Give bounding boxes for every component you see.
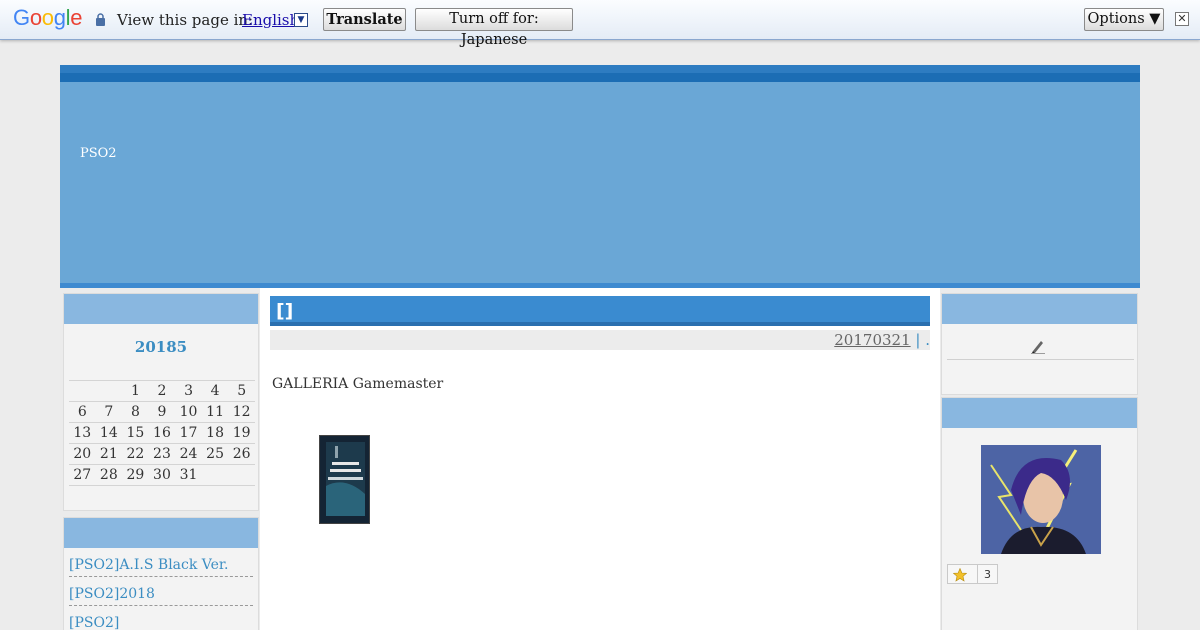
options-button[interactable]: Options ▼ bbox=[1084, 8, 1164, 31]
calendar-day: 19 bbox=[228, 422, 255, 444]
post-date-link[interactable]: 20170321 bbox=[834, 331, 910, 349]
calendar-day: 10 bbox=[175, 401, 202, 423]
calendar-day: 26 bbox=[228, 443, 255, 465]
calendar-day bbox=[201, 464, 229, 486]
avatar[interactable] bbox=[981, 445, 1101, 554]
calendar-day: 31 bbox=[175, 464, 202, 486]
blog-header: PSO2 bbox=[60, 82, 1140, 283]
calendar-day: 6 bbox=[69, 401, 96, 423]
divider bbox=[947, 359, 1134, 360]
calendar-week-row: 12345 bbox=[69, 380, 255, 402]
blog-page: PSO2 20185 1 2 3 4 5 6 7 8 9 10 11 12 13 14 15 16 17 18 19… bbox=[60, 65, 1140, 630]
calendar-day: 21 bbox=[95, 443, 123, 465]
calendar-day: 14 bbox=[95, 422, 123, 444]
calendar-day: 20 bbox=[69, 443, 96, 465]
calendar-title: 20185 bbox=[134, 338, 188, 356]
main-content: [] 20170321 | . GALLERIA Gamemaster bbox=[260, 288, 940, 630]
calendar-day: 4 bbox=[201, 380, 229, 402]
calendar-widget: 20185 1 2 3 4 5 6 7 8 9 10 11 12 13 14 15 16 17 18 19 20 21 2… bbox=[63, 293, 259, 511]
right-sidebar: 3 bbox=[940, 288, 1140, 630]
left-sidebar: 20185 1 2 3 4 5 6 7 8 9 10 11 12 13 14 15 16 17 18 19 20 21 2… bbox=[60, 288, 260, 630]
category-widget: [PSO2]A.I.S Black Ver. [PSO2]2018 [PSO2] bbox=[63, 517, 259, 630]
category-widget-header bbox=[64, 518, 258, 548]
calendar-week-row: 20 21 22 23 24 25 26 bbox=[69, 443, 255, 465]
calendar-day: 17 bbox=[175, 422, 202, 444]
calendar-day: 13 bbox=[69, 422, 96, 444]
calendar-day: 11 bbox=[201, 401, 229, 423]
calendar-week-row: 13 14 15 16 17 18 19 bbox=[69, 422, 255, 444]
star-icon bbox=[953, 568, 967, 582]
language-select[interactable]: English bbox=[242, 11, 299, 29]
post-meta: 20170321 | . bbox=[270, 330, 930, 350]
calendar-day: 28 bbox=[95, 464, 123, 486]
category-link[interactable]: [PSO2] bbox=[69, 606, 253, 630]
post-body-text: GALLERIA Gamemaster bbox=[272, 376, 444, 392]
calendar-day bbox=[228, 464, 255, 486]
calendar-day bbox=[69, 380, 96, 402]
calendar-day: 9 bbox=[148, 401, 176, 423]
calendar-day: 1 bbox=[122, 380, 149, 402]
calendar-day: 8 bbox=[122, 401, 149, 423]
calendar-day: 27 bbox=[69, 464, 96, 486]
star-count: 3 bbox=[984, 568, 991, 581]
header-top-band bbox=[60, 65, 1140, 73]
badge-divider bbox=[977, 565, 978, 583]
poster-graphic bbox=[320, 436, 369, 523]
calendar-day: 24 bbox=[175, 443, 202, 465]
category-link[interactable]: [PSO2]2018 bbox=[69, 577, 253, 606]
calendar-day: 12 bbox=[228, 401, 255, 423]
calendar-day: 3 bbox=[175, 380, 202, 402]
translate-button[interactable]: Translate bbox=[323, 8, 406, 31]
meta-separator: | bbox=[910, 331, 926, 349]
profile-widget-header bbox=[942, 398, 1137, 428]
meta-tail[interactable]: . bbox=[925, 331, 930, 349]
calendar-day: 29 bbox=[122, 464, 149, 486]
calendar-day bbox=[95, 380, 123, 402]
profile-widget: 3 bbox=[941, 397, 1138, 630]
write-widget bbox=[941, 293, 1138, 395]
post-photo[interactable] bbox=[319, 435, 370, 524]
calendar-day: 16 bbox=[148, 422, 176, 444]
pen-icon[interactable] bbox=[1030, 338, 1046, 354]
calendar-day: 23 bbox=[148, 443, 176, 465]
translate-bar: Google View this page in: English ▼ Tran… bbox=[0, 0, 1200, 48]
calendar-day: 15 bbox=[122, 422, 149, 444]
calendar-day: 30 bbox=[148, 464, 176, 486]
category-link[interactable]: [PSO2]A.I.S Black Ver. bbox=[69, 548, 253, 577]
google-logo: Google bbox=[13, 5, 83, 30]
header-top-band-dark bbox=[60, 73, 1140, 82]
turn-off-button[interactable]: Turn off for: Japanese bbox=[415, 8, 573, 48]
write-widget-header bbox=[942, 294, 1137, 324]
chevron-down-icon[interactable]: ▼ bbox=[294, 13, 308, 27]
calendar-day: 22 bbox=[122, 443, 149, 465]
calendar-day: 7 bbox=[95, 401, 123, 423]
close-icon[interactable]: ✕ bbox=[1175, 12, 1189, 26]
calendar-day: 18 bbox=[201, 422, 229, 444]
lock-icon bbox=[96, 13, 105, 26]
post-title[interactable]: [] bbox=[270, 296, 930, 326]
category-list: [PSO2]A.I.S Black Ver. [PSO2]2018 [PSO2] bbox=[64, 548, 258, 630]
view-page-label: View this page in: bbox=[117, 11, 254, 29]
calendar-widget-header bbox=[64, 294, 258, 324]
calendar-week-row: 6 7 8 9 10 11 12 bbox=[69, 401, 255, 423]
calendar-table: 1 2 3 4 5 6 7 8 9 10 11 12 13 14 15 16 17 18 19 20 21 22 23 24 2… bbox=[69, 380, 255, 486]
calendar-day: 25 bbox=[201, 443, 229, 465]
calendar-day: 5 bbox=[228, 380, 255, 402]
favorite-badge[interactable]: 3 bbox=[947, 564, 998, 584]
site-title[interactable]: PSO2 bbox=[80, 146, 117, 161]
calendar-day: 2 bbox=[148, 380, 176, 402]
calendar-week-row: 27 28 29 30 31 bbox=[69, 464, 255, 486]
